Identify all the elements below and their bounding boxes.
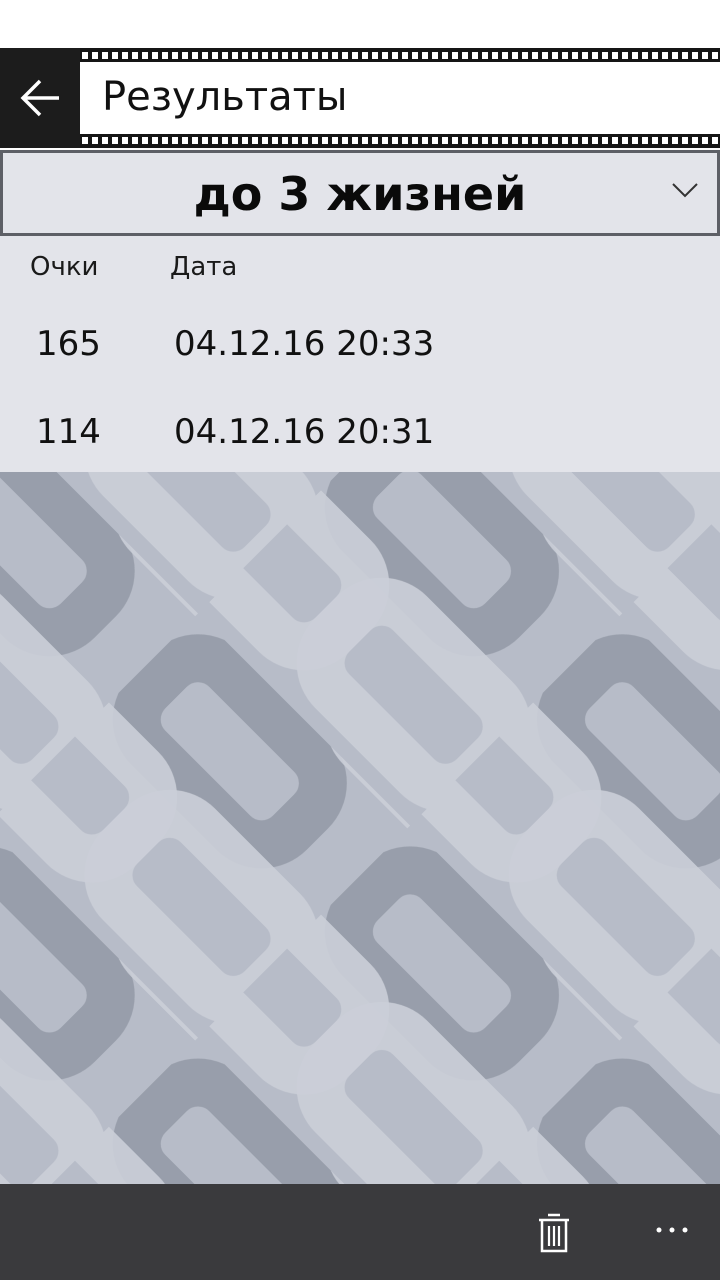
app-bar	[0, 1184, 720, 1280]
background-pattern	[0, 472, 720, 1184]
arrow-left-icon	[20, 79, 59, 117]
film-strip-bottom	[80, 134, 720, 148]
trash-icon	[539, 1213, 569, 1253]
title-area: Результаты	[80, 62, 720, 134]
page-title: Результаты	[102, 74, 348, 120]
back-button[interactable]	[0, 48, 80, 148]
table-row: 114 04.12.16 20:31	[0, 390, 720, 470]
results-table: Очки Дата 165 04.12.16 20:33 114 04.12.1…	[0, 236, 720, 472]
score-cell: 165	[36, 324, 101, 364]
more-icon	[656, 1227, 688, 1233]
delete-button[interactable]	[530, 1208, 578, 1258]
date-cell: 04.12.16 20:31	[174, 412, 435, 452]
table-row: 165 04.12.16 20:33	[0, 302, 720, 382]
mode-selected-label: до 3 жизней	[193, 167, 527, 221]
more-button[interactable]	[648, 1210, 696, 1250]
column-header-date: Дата	[170, 252, 238, 282]
film-strip-top	[80, 48, 720, 62]
column-header-score: Очки	[30, 252, 99, 282]
chevron-down-icon	[672, 183, 698, 198]
status-bar	[0, 0, 720, 48]
header: Результаты	[0, 48, 720, 148]
mode-dropdown[interactable]: до 3 жизней	[0, 150, 720, 236]
score-cell: 114	[36, 412, 101, 452]
date-cell: 04.12.16 20:33	[174, 324, 435, 364]
